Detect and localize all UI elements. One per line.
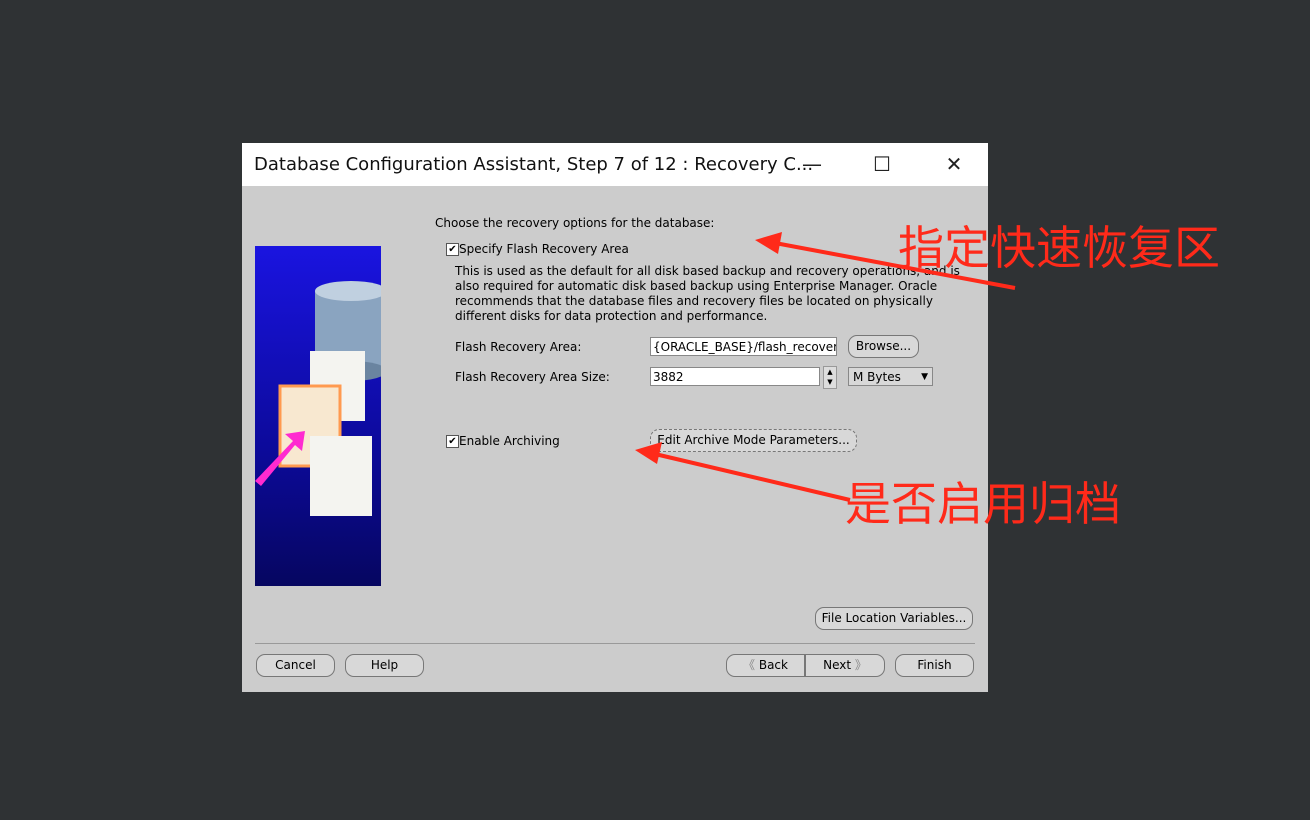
annotation-flash-text: 指定快速恢复区 <box>898 221 1220 275</box>
annotation-archive-text: 是否启用归档 <box>845 477 1121 531</box>
annotation-arrows <box>635 232 1016 502</box>
arrow-head-archive <box>635 442 662 464</box>
arrow-archive <box>654 452 851 502</box>
arrow-head-flash <box>755 232 782 254</box>
